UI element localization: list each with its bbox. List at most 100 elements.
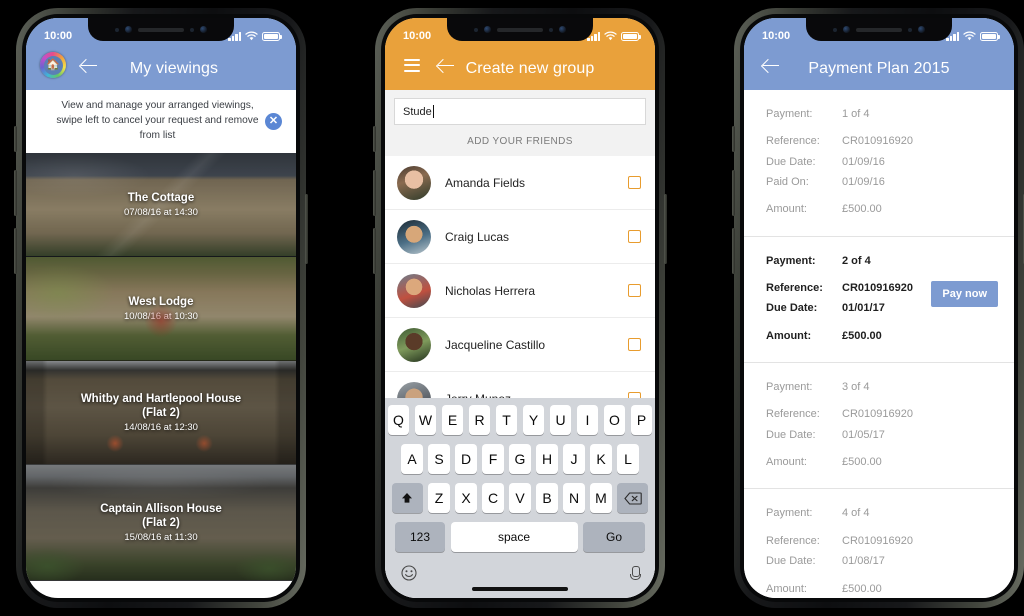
key-b[interactable]: B [536,483,558,513]
key-h[interactable]: H [536,444,558,474]
key-n[interactable]: N [563,483,585,513]
face-id-camera-icon [559,26,566,33]
key-q[interactable]: Q [387,405,410,435]
reference-label: Reference: [766,408,820,421]
back-button[interactable] [76,52,102,78]
back-button[interactable] [433,52,459,78]
payment-number-row: Payment: 1 of 4 [766,104,992,124]
keyboard-bottom-bar [385,561,655,581]
list-item[interactable]: West Lodge 10/08/16 at 10:30 [26,257,296,361]
volume-up-button[interactable] [732,170,735,216]
payment-value: 4 of 4 [842,507,870,520]
key-f[interactable]: F [482,444,504,474]
key-a[interactable]: A [401,444,423,474]
key-z[interactable]: Z [428,483,450,513]
volume-down-button[interactable] [732,228,735,274]
list-item[interactable]: Jacqueline Castillo [385,318,655,372]
keyboard-row-1: Q W E R T Y U I O P [385,405,655,435]
group-name-value: Stude [403,105,432,118]
key-p[interactable]: P [630,405,653,435]
back-button[interactable] [758,52,784,78]
volume-up-button[interactable] [373,170,376,216]
key-r[interactable]: R [468,405,491,435]
payments-list[interactable]: Payment: 1 of 4 Reference: CR010916920 D… [744,90,1014,598]
phone-create-new-group: 10:00 Create new group Stude ADD YOUR FR… [373,8,667,608]
volume-down-button[interactable] [373,228,376,274]
key-i[interactable]: I [576,405,599,435]
payment-label: Payment: [766,254,816,267]
volume-up-button[interactable] [14,170,17,216]
page-title: My viewings [129,60,219,77]
key-x[interactable]: X [455,483,477,513]
due-date-value: 01/01/17 [842,302,885,315]
microphone-icon[interactable] [630,566,641,580]
due-date-row: Due Date: 01/05/17 [766,425,992,445]
sensor-dot-icon [908,27,912,32]
emoji-face-icon[interactable] [401,565,417,581]
list-item[interactable]: The Cottage 07/08/16 at 14:30 [26,153,296,257]
key-w[interactable]: W [414,405,437,435]
volume-down-button[interactable] [14,228,17,274]
key-m[interactable]: M [590,483,612,513]
list-item[interactable]: Amanda Fields [385,156,655,210]
contact-name: Nicholas Herrera [445,283,536,298]
space-key[interactable]: space [450,522,578,552]
wifi-icon [963,31,976,41]
key-v[interactable]: V [509,483,531,513]
key-c[interactable]: C [482,483,504,513]
key-d[interactable]: D [455,444,477,474]
listing-title: Captain Allison House [100,502,222,515]
payment-card[interactable]: Payment: 3 of 4 Reference: CR010916920 D… [744,363,1014,490]
key-j[interactable]: J [563,444,585,474]
pay-now-button[interactable]: Pay now [931,280,998,307]
key-u[interactable]: U [549,405,572,435]
contact-checkbox[interactable] [628,284,641,297]
power-button[interactable] [664,194,667,264]
mute-switch[interactable] [14,126,17,152]
reference-label: Reference: [766,282,823,295]
payment-label: Payment: [766,381,813,394]
go-key[interactable]: Go [583,522,645,552]
shift-key[interactable] [391,483,423,513]
numbers-key[interactable]: 123 [395,522,445,552]
contact-checkbox[interactable] [628,176,641,189]
list-item[interactable]: Nicholas Herrera [385,264,655,318]
contact-checkbox[interactable] [628,338,641,351]
list-item[interactable]: Captain Allison House (Flat 2) 15/08/16 … [26,465,296,581]
mute-switch[interactable] [732,126,735,152]
mute-switch[interactable] [373,126,376,152]
payment-card[interactable]: Payment: 2 of 4 Reference: CR010916920 D… [744,237,1014,364]
page-title: Create new group [465,60,595,77]
earpiece-speaker [856,27,902,32]
list-item[interactable]: Whitby and Hartlepool House (Flat 2) 14/… [26,361,296,465]
power-button[interactable] [305,194,308,264]
key-l[interactable]: L [617,444,639,474]
key-s[interactable]: S [428,444,450,474]
key-o[interactable]: O [603,405,626,435]
info-banner: View and manage your arranged viewings, … [26,90,296,153]
app-logo-icon[interactable]: 🏠 [40,52,66,78]
close-circle-icon[interactable]: ✕ [265,113,282,130]
home-indicator[interactable] [472,587,568,591]
on-screen-keyboard[interactable]: Q W E R T Y U I O P A S D F G H J K L Z … [385,398,655,598]
contact-checkbox[interactable] [628,230,641,243]
reference-label: Reference: [766,135,820,148]
key-y[interactable]: Y [522,405,545,435]
payment-card[interactable]: Payment: 1 of 4 Reference: CR010916920 D… [744,90,1014,237]
backspace-key[interactable] [617,483,649,513]
menu-button[interactable] [399,52,425,78]
listing-datetime: 15/08/16 at 11:30 [124,532,198,544]
key-k[interactable]: K [590,444,612,474]
viewings-list[interactable]: The Cottage 07/08/16 at 14:30 West Lodge… [26,153,296,598]
back-arrow-icon [80,57,98,74]
face-id-camera-icon [918,26,925,33]
key-g[interactable]: G [509,444,531,474]
payment-card[interactable]: Payment: 4 of 4 Reference: CR010916920 D… [744,489,1014,598]
key-t[interactable]: T [495,405,518,435]
listing-title: The Cottage [127,191,195,204]
list-item[interactable]: Craig Lucas [385,210,655,264]
keyboard-row-4: 123 space Go [385,522,655,552]
group-name-input[interactable]: Stude [394,98,646,125]
key-e[interactable]: E [441,405,464,435]
friends-list[interactable]: Amanda Fields Craig Lucas Nicholas Herre… [385,156,655,426]
